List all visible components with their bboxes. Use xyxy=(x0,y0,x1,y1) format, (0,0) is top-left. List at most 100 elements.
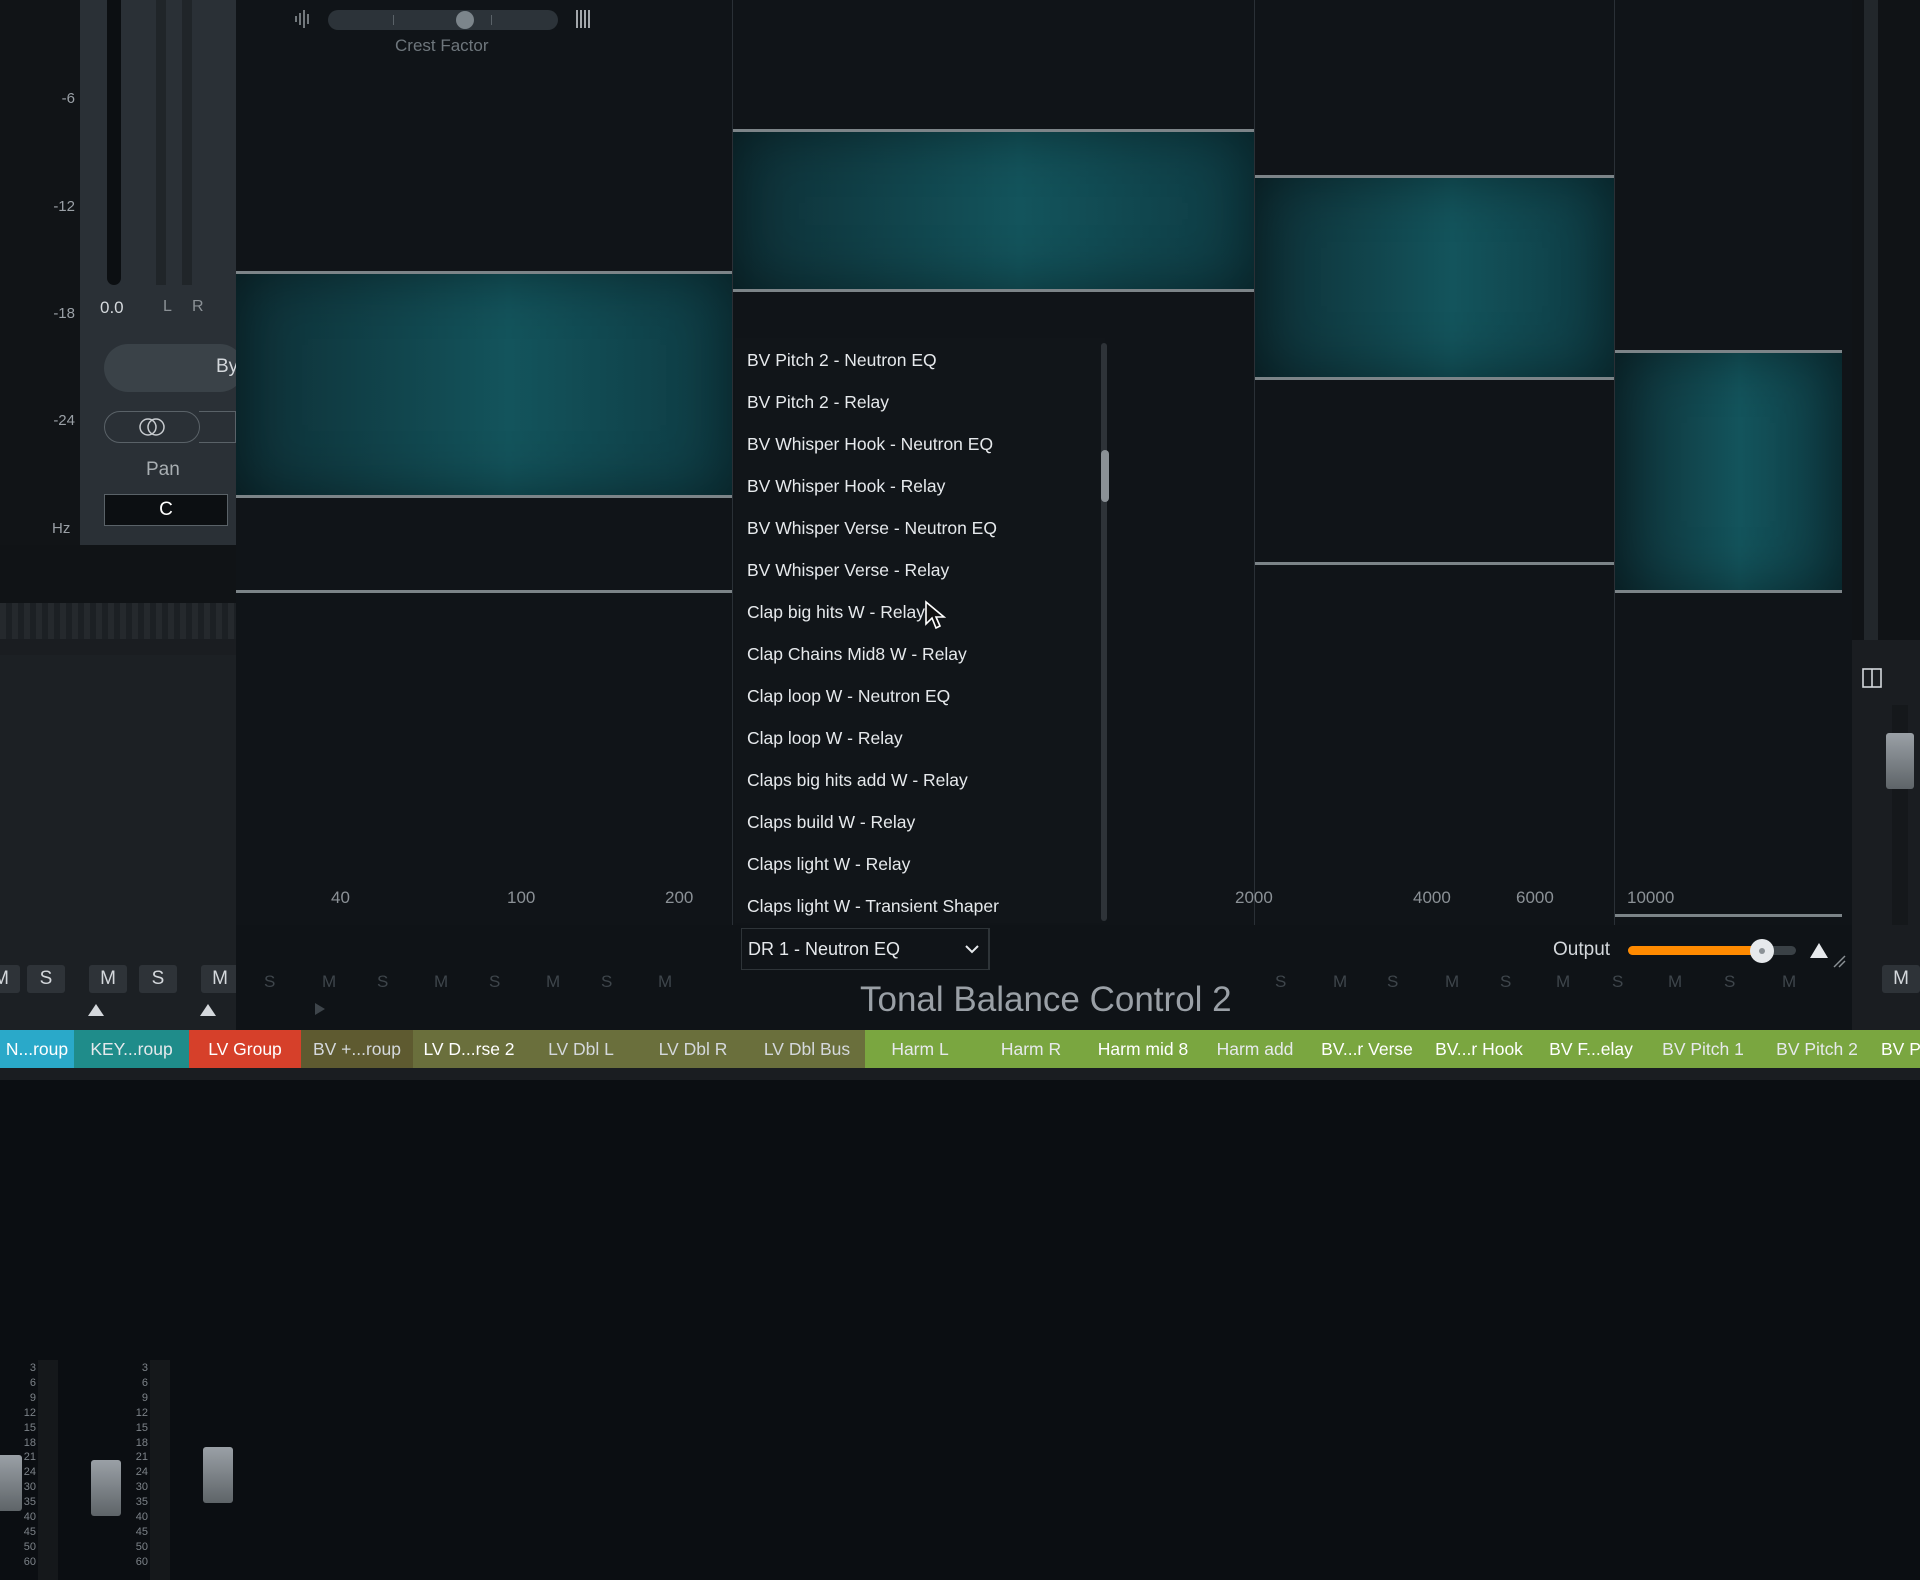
list-item[interactable]: Claps light W - Relay xyxy=(747,854,910,875)
freq-axis-label: 200 xyxy=(665,888,694,907)
level-meter-right xyxy=(182,0,192,285)
track-letter: S xyxy=(264,972,276,991)
divider-band xyxy=(0,545,236,603)
curve-line xyxy=(236,590,732,593)
list-item[interactable]: Claps build W - Relay xyxy=(747,812,915,833)
band-upper-line xyxy=(1615,350,1842,353)
list-item[interactable]: Clap Chains Mid8 W - Relay xyxy=(747,644,967,665)
band-upper-line xyxy=(733,129,1254,132)
mute-button[interactable]: M xyxy=(1882,965,1920,993)
level-meter-left xyxy=(156,0,166,285)
list-item[interactable]: Claps light W - Transient Shaper xyxy=(747,896,999,917)
track-tab[interactable]: BV Pitch 2 xyxy=(1759,1030,1875,1068)
output-label: Output xyxy=(1553,939,1611,960)
db-label: -12 xyxy=(53,198,75,215)
crest-factor-handle[interactable] xyxy=(456,11,474,29)
list-item[interactable]: BV Whisper Verse - Neutron EQ xyxy=(747,518,997,539)
solo-button[interactable]: S xyxy=(27,965,65,993)
track-letter: S xyxy=(489,972,501,991)
track-tab[interactable]: Harm L xyxy=(865,1030,975,1068)
channel-strip-panel: -6 -12 -18 -24 0.0 L R By Pan C Hz 3 6 9 12… xyxy=(0,0,244,1580)
track-tab[interactable]: BV +...roup xyxy=(301,1030,413,1068)
instance-selector[interactable]: DR 1 - Neutron EQ xyxy=(741,928,989,970)
dropdown-scroll-thumb[interactable] xyxy=(1101,450,1109,502)
freq-axis-label: 10000 xyxy=(1627,888,1675,907)
expand-arrow-icon[interactable] xyxy=(88,1004,104,1016)
stereo-mode-button-secondary[interactable] xyxy=(199,411,236,443)
list-item[interactable]: BV Whisper Hook - Relay xyxy=(747,476,945,497)
track-tab[interactable]: BV Pitch 1 xyxy=(1647,1030,1759,1068)
mute-button[interactable]: M xyxy=(0,965,20,993)
channel-fader-cap[interactable] xyxy=(0,1455,22,1511)
high-band-range xyxy=(1615,351,1842,593)
list-item[interactable]: BV Whisper Verse - Relay xyxy=(747,560,949,581)
track-letter: S xyxy=(1612,972,1624,991)
channel-fader-cap[interactable] xyxy=(1886,733,1914,789)
track-letter: M xyxy=(434,972,449,991)
track-letter: S xyxy=(601,972,613,991)
track-letter: M xyxy=(1445,972,1460,991)
list-item[interactable]: Clap loop W - Neutron EQ xyxy=(747,686,950,707)
band-lower-line xyxy=(733,289,1254,292)
chevron-down-icon xyxy=(965,945,979,954)
db-label: -6 xyxy=(61,90,75,107)
channel-fader-cap[interactable] xyxy=(203,1447,233,1503)
output-slider-handle[interactable] xyxy=(1750,939,1774,963)
track-tab[interactable]: BV...r Hook xyxy=(1423,1030,1535,1068)
pan-label: Pan xyxy=(146,459,180,480)
track-tab[interactable]: LV Group xyxy=(189,1030,301,1068)
track-tab[interactable]: Harm R xyxy=(975,1030,1087,1068)
track-tab[interactable]: Harm add xyxy=(1199,1030,1311,1068)
channel-fader-track[interactable] xyxy=(38,1360,58,1580)
track-tab[interactable]: N...roup xyxy=(0,1030,74,1068)
band-upper-line xyxy=(1255,175,1614,178)
track-letter: M xyxy=(546,972,561,991)
track-tab[interactable]: BV P xyxy=(1875,1030,1920,1068)
low-band-range xyxy=(236,273,732,497)
list-item[interactable]: Clap big hits W - Relay xyxy=(747,602,925,623)
band-lower-line xyxy=(1255,377,1614,380)
track-tab[interactable]: BV F...elay xyxy=(1535,1030,1647,1068)
track-tab[interactable]: BV...r Verse xyxy=(1311,1030,1423,1068)
volume-readout: 0.0 xyxy=(100,298,124,317)
track-tab[interactable]: LV Dbl L xyxy=(525,1030,637,1068)
list-item[interactable]: BV Pitch 2 - Relay xyxy=(747,392,889,413)
hz-label: Hz xyxy=(52,520,71,537)
curve-line xyxy=(1615,914,1842,917)
bypass-button[interactable]: By xyxy=(104,344,244,392)
expand-arrow-icon[interactable] xyxy=(200,1004,216,1016)
mute-button[interactable]: M xyxy=(201,965,239,993)
crest-low-icon xyxy=(295,10,309,28)
resize-handle-icon[interactable] xyxy=(1832,954,1846,968)
dropdown-scrollbar[interactable] xyxy=(1101,343,1107,921)
stereo-mode-button[interactable] xyxy=(104,411,200,443)
list-item[interactable]: BV Whisper Hook - Neutron EQ xyxy=(747,434,993,455)
channel-fader-track[interactable] xyxy=(150,1360,170,1580)
track-tab[interactable]: Harm mid 8 xyxy=(1087,1030,1199,1068)
high-mid-band-range xyxy=(1255,176,1614,378)
track-tab[interactable]: LV D...rse 2 xyxy=(413,1030,525,1068)
freq-axis-label: 2000 xyxy=(1235,888,1273,907)
channel-fader-cap[interactable] xyxy=(91,1460,121,1516)
crest-factor-slider[interactable] xyxy=(328,10,558,30)
track-tab[interactable]: LV Dbl Bus xyxy=(749,1030,865,1068)
list-item[interactable]: Clap loop W - Relay xyxy=(747,728,903,749)
volume-fader[interactable] xyxy=(107,0,121,285)
plugin-title: Tonal Balance Control 2 xyxy=(860,980,1232,1019)
list-item[interactable]: BV Pitch 2 - Neutron EQ xyxy=(747,350,937,371)
db-label: -18 xyxy=(53,305,75,322)
track-tab[interactable]: LV Dbl R xyxy=(637,1030,749,1068)
triangle-up-icon[interactable] xyxy=(1808,940,1830,960)
mouse-cursor-icon xyxy=(925,600,947,630)
solo-button[interactable]: S xyxy=(139,965,177,993)
left-channel-label: L xyxy=(163,298,172,315)
track-tab[interactable]: KEY...roup xyxy=(74,1030,189,1068)
mute-button[interactable]: M xyxy=(89,965,127,993)
pan-field[interactable]: C xyxy=(104,494,228,526)
list-item[interactable]: Claps big hits add W - Relay xyxy=(747,770,968,791)
band-lower-line xyxy=(1615,590,1842,593)
split-view-icon[interactable] xyxy=(1862,668,1882,688)
selector-divider xyxy=(989,928,990,970)
play-icon xyxy=(315,1003,325,1015)
fader-scale: 3 6 9 12 15 18 21 24 30 35 40 45 50 60 xyxy=(23,1362,36,1568)
